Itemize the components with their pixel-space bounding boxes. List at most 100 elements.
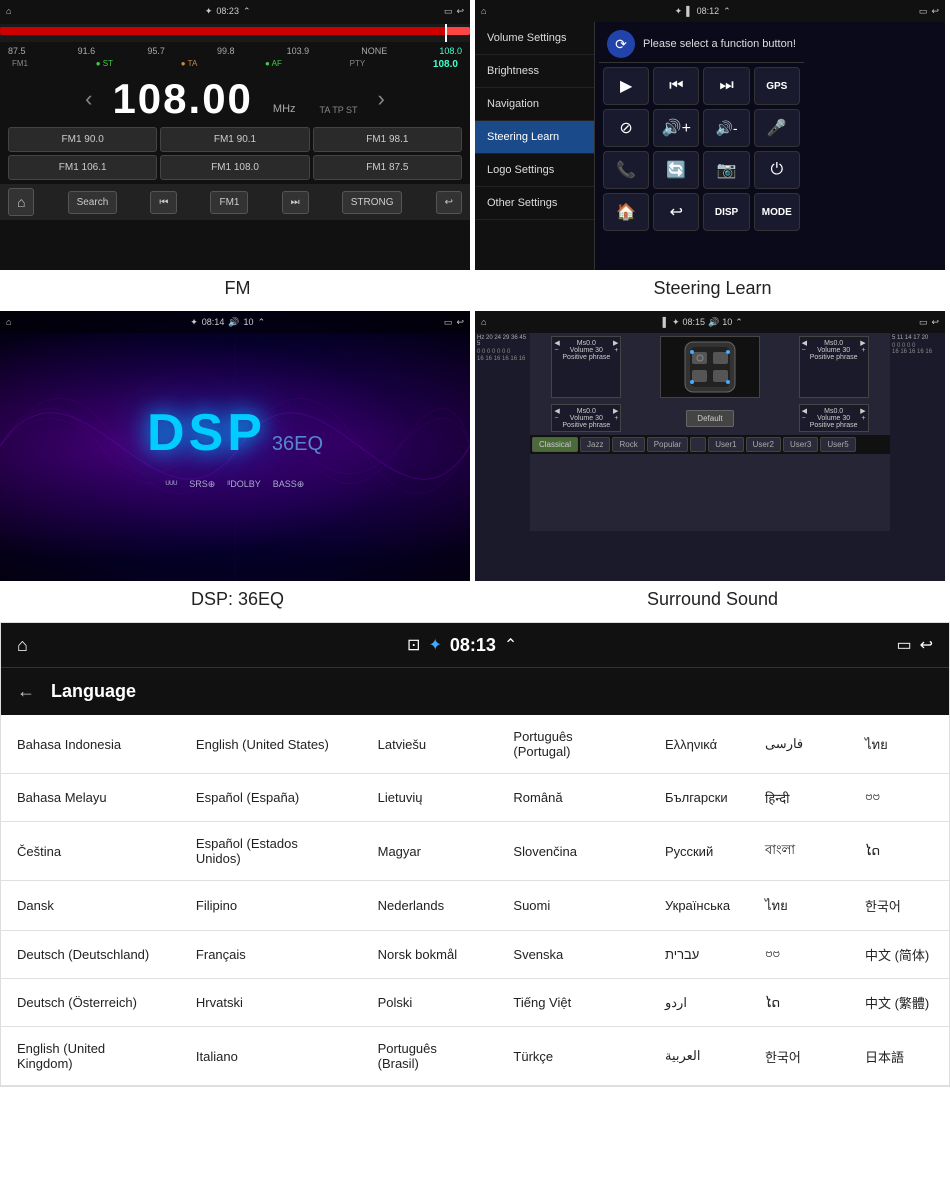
lang-cell[interactable]: ไทย: [749, 881, 849, 931]
steering-mute-button[interactable]: ⊘: [603, 109, 649, 147]
surround-ctrl1-prev[interactable]: ◀: [554, 339, 559, 347]
lang-cell[interactable]: Dansk: [1, 881, 180, 931]
steering-sidebar-volume[interactable]: Volume Settings: [475, 22, 594, 55]
table-row[interactable]: Dansk Filipino Nederlands Suomi Українсь…: [1, 881, 949, 931]
lang-cell[interactable]: Italiano: [180, 1027, 362, 1086]
lang-cell[interactable]: Suomi: [497, 881, 649, 931]
lang-cell[interactable]: Čeština: [1, 822, 180, 881]
lang-cell[interactable]: Español (Estados Unidos): [180, 822, 362, 881]
steering-camera-button[interactable]: 📷: [703, 151, 749, 189]
lang-cell[interactable]: 中文 (繁體): [849, 979, 949, 1027]
fm-next-button[interactable]: ›: [378, 86, 385, 112]
table-row[interactable]: Bahasa Melayu Español (España) Lietuvių …: [1, 774, 949, 822]
lang-cell[interactable]: Polski: [362, 979, 498, 1027]
surround-tab-classical[interactable]: Classical: [532, 437, 578, 452]
surround-ctrl3-prev[interactable]: ◀: [554, 407, 559, 415]
steering-play-button[interactable]: ▶: [603, 67, 649, 105]
steering-home-button[interactable]: 🏠: [603, 193, 649, 231]
steering-sidebar-brightness[interactable]: Brightness: [475, 55, 594, 88]
surround-ctrl4-plus[interactable]: +: [862, 415, 866, 422]
fm-preset-5[interactable]: FM1 108.0: [160, 155, 309, 180]
fm-preset-6[interactable]: FM1 87.5: [313, 155, 462, 180]
surround-ctrl2-minus[interactable]: −: [802, 347, 806, 354]
steering-vol-up-button[interactable]: 🔊+: [653, 109, 699, 147]
lang-cell[interactable]: Deutsch (Deutschland): [1, 931, 180, 979]
surround-ctrl4-minus[interactable]: −: [802, 415, 806, 422]
steering-sidebar-steering[interactable]: Steering Learn: [475, 121, 594, 154]
lang-cell[interactable]: Filipino: [180, 881, 362, 931]
surround-ctrl3-next[interactable]: ▶: [613, 407, 618, 415]
steering-vol-down-button[interactable]: 🔊-: [703, 109, 749, 147]
steering-undo-button[interactable]: ↩: [653, 193, 699, 231]
surround-default-button[interactable]: Default: [686, 410, 733, 427]
lang-cell[interactable]: اردو: [649, 979, 749, 1027]
lang-cell[interactable]: Latviešu: [362, 715, 498, 774]
surround-ctrl4-prev[interactable]: ◀: [802, 407, 807, 415]
language-back-button[interactable]: ←: [17, 681, 35, 702]
lang-cell[interactable]: עברית: [649, 931, 749, 979]
steering-phone-button[interactable]: 📞: [603, 151, 649, 189]
lang-cell[interactable]: বাংলা: [749, 822, 849, 881]
table-row[interactable]: Bahasa Indonesia English (United States)…: [1, 715, 949, 774]
surround-ctrl2-prev[interactable]: ◀: [802, 339, 807, 347]
fm-home-button[interactable]: ⌂: [8, 188, 34, 216]
lang-cell[interactable]: Português (Portugal): [497, 715, 649, 774]
steering-gps-button[interactable]: GPS: [754, 67, 800, 105]
table-row[interactable]: Deutsch (Österreich) Hrvatski Polski Tiế…: [1, 979, 949, 1027]
lang-cell[interactable]: Français: [180, 931, 362, 979]
surround-ctrl3-minus[interactable]: −: [554, 415, 558, 422]
lang-cell[interactable]: Slovenčina: [497, 822, 649, 881]
surround-ctrl1-plus[interactable]: +: [614, 347, 618, 354]
fm-search-button[interactable]: Search: [68, 191, 118, 214]
lang-cell[interactable]: 中文 (简体): [849, 931, 949, 979]
lang-cell[interactable]: Русский: [649, 822, 749, 881]
surround-ctrl2-plus[interactable]: +: [862, 347, 866, 354]
surround-tab-user3[interactable]: User3: [783, 437, 818, 452]
lang-cell[interactable]: Español (España): [180, 774, 362, 822]
lang-cell[interactable]: 한국어: [749, 1027, 849, 1086]
surround-ctrl1-minus[interactable]: −: [554, 347, 558, 354]
surround-ctrl4-next[interactable]: ▶: [860, 407, 865, 415]
lang-cell[interactable]: ไทย: [849, 715, 949, 774]
lang-cell[interactable]: Українська: [649, 881, 749, 931]
fm-prev-button[interactable]: ‹: [85, 86, 92, 112]
lang-cell[interactable]: ໄດ: [849, 822, 949, 881]
lang-cell[interactable]: Română: [497, 774, 649, 822]
surround-tab-popular[interactable]: Popular: [647, 437, 689, 452]
lang-cell[interactable]: हिन्दी: [749, 774, 849, 822]
surround-ctrl3-plus[interactable]: +: [614, 415, 618, 422]
lang-cell[interactable]: Norsk bokmål: [362, 931, 498, 979]
steering-mic-button[interactable]: 🎤: [754, 109, 800, 147]
lang-cell[interactable]: English (United States): [180, 715, 362, 774]
fm-preset-3[interactable]: FM1 98.1: [313, 127, 462, 152]
lang-cell[interactable]: Ελληνικά: [649, 715, 749, 774]
lang-cell[interactable]: ဗဗ: [849, 774, 949, 822]
fm-prev-track-button[interactable]: ⏮: [150, 191, 177, 214]
fm-strong-button[interactable]: STRONG: [342, 191, 403, 214]
fm-next-track-button[interactable]: ⏭: [282, 191, 309, 214]
lang-cell[interactable]: 日本語: [849, 1027, 949, 1086]
steering-source-button[interactable]: 🔄: [653, 151, 699, 189]
lang-cell[interactable]: ဗဗ: [749, 931, 849, 979]
table-row[interactable]: Deutsch (Deutschland) Français Norsk bok…: [1, 931, 949, 979]
lang-cell[interactable]: Deutsch (Österreich): [1, 979, 180, 1027]
fm-preset-2[interactable]: FM1 90.1: [160, 127, 309, 152]
fm-band-button[interactable]: FM1: [210, 191, 248, 214]
surround-ctrl1-next[interactable]: ▶: [613, 339, 618, 347]
lang-cell[interactable]: Български: [649, 774, 749, 822]
lang-cell[interactable]: فارسی: [749, 715, 849, 774]
steering-refresh-button[interactable]: ⟳: [607, 30, 635, 58]
lang-cell[interactable]: Português (Brasil): [362, 1027, 498, 1086]
steering-mode-button[interactable]: MODE: [754, 193, 800, 231]
lang-cell[interactable]: العربية: [649, 1027, 749, 1086]
fm-preset-1[interactable]: FM1 90.0: [8, 127, 157, 152]
lang-cell[interactable]: Nederlands: [362, 881, 498, 931]
table-row[interactable]: English (United Kingdom) Italiano Portug…: [1, 1027, 949, 1086]
surround-tab-user5[interactable]: User5: [820, 437, 855, 452]
surround-tab-jazz[interactable]: Jazz: [580, 437, 610, 452]
steering-sidebar-logo[interactable]: Logo Settings: [475, 154, 594, 187]
surround-tab-user2[interactable]: User2: [746, 437, 781, 452]
lang-cell[interactable]: Bahasa Melayu: [1, 774, 180, 822]
lang-cell[interactable]: 한국어: [849, 881, 949, 931]
steering-power-button[interactable]: ⏻: [754, 151, 800, 189]
